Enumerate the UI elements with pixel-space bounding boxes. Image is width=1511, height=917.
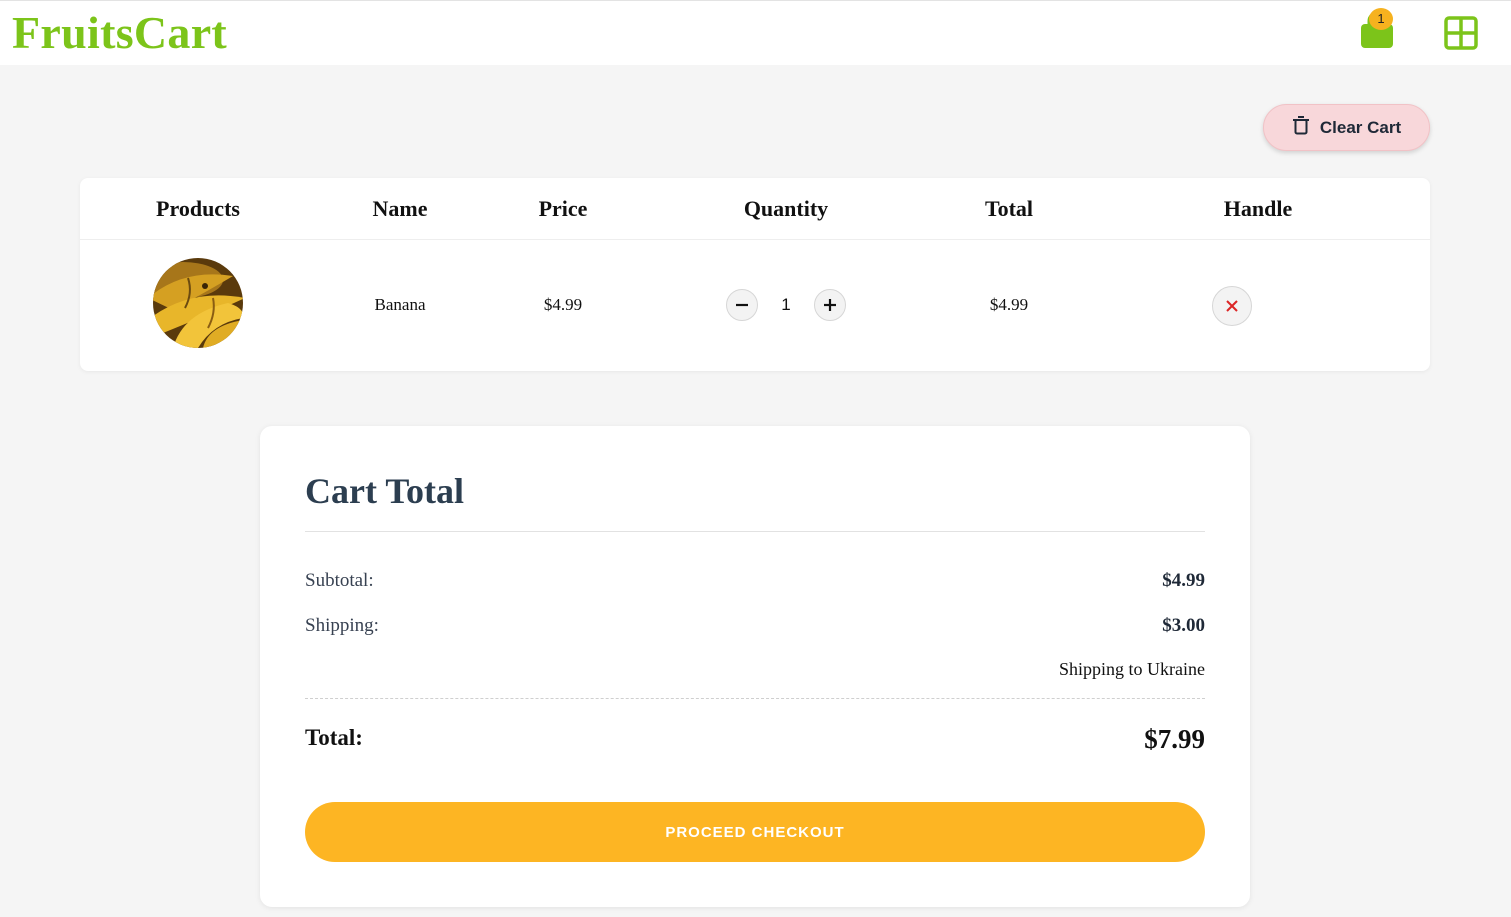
shipping-value: $3.00 [1162, 615, 1205, 636]
quantity-value: 1 [781, 295, 791, 314]
cart-table: Products Name Price Quantity Total Handl… [80, 178, 1430, 371]
site-logo[interactable]: FruitsCart [12, 7, 227, 59]
column-header-handle: Handle [1223, 196, 1293, 221]
dashed-divider [305, 698, 1205, 699]
table-header: Products Name Price Quantity Total Handl… [80, 178, 1430, 240]
total-value: $7.99 [1144, 724, 1205, 754]
column-header-price: Price [538, 196, 588, 221]
product-price: $4.99 [543, 295, 583, 314]
divider [305, 531, 1205, 532]
shipping-destination: Shipping to Ukraine [1059, 659, 1205, 679]
clear-cart-label: Clear Cart [1319, 117, 1402, 137]
top-navbar: FruitsCart [0, 0, 1511, 65]
subtotal-label: Subtotal: [305, 570, 374, 591]
remove-item-button[interactable] [1212, 286, 1252, 326]
column-header-name: Name [372, 196, 428, 221]
increase-quantity-button[interactable] [814, 289, 846, 321]
plus-icon [824, 299, 836, 311]
minus-icon [736, 303, 748, 307]
cart-total-title: Cart Total [305, 471, 465, 511]
column-header-quantity: Quantity [743, 196, 829, 221]
subtotal-value: $4.99 [1162, 570, 1205, 591]
cart-total-card: Cart Total Subtotal: $4.99 Shipping: $3.… [260, 426, 1250, 907]
column-header-total: Total [984, 196, 1034, 221]
product-line-total: $4.99 [989, 295, 1029, 314]
trash-icon [1292, 115, 1310, 140]
cart-count-badge: 1 [1369, 8, 1393, 30]
grid-icon[interactable] [1444, 16, 1478, 50]
proceed-checkout-button[interactable]: PROCEED CHECKOUT [305, 802, 1205, 862]
product-name: Banana [374, 295, 426, 314]
banana-image [153, 258, 243, 348]
total-label: Total: [305, 725, 363, 750]
column-header-products: Products [156, 196, 240, 221]
decrease-quantity-button[interactable] [726, 289, 758, 321]
shipping-label: Shipping: [305, 615, 379, 636]
close-icon [1226, 300, 1238, 312]
clear-cart-button[interactable]: Clear Cart [1263, 104, 1430, 151]
